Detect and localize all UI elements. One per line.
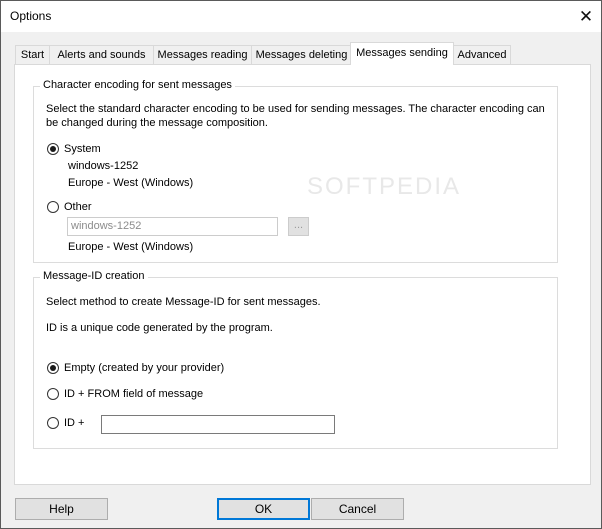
encoding-description-line2: be changed during the message compositio… xyxy=(46,117,268,129)
message-id-group: Message-ID creation Select method to cre… xyxy=(33,270,558,449)
ok-button[interactable]: OK xyxy=(217,498,310,520)
encoding-group-title: Character encoding for sent messages xyxy=(40,79,235,91)
tab-messages-reading[interactable]: Messages reading xyxy=(153,45,252,64)
id-from-radio-label[interactable]: ID + FROM field of message xyxy=(64,388,203,400)
id-plus-radio[interactable] xyxy=(47,417,59,429)
message-id-description-line1: Select method to create Message-ID for s… xyxy=(46,296,321,308)
browse-charset-button[interactable]: ... xyxy=(288,217,309,236)
id-plus-radio-label[interactable]: ID + xyxy=(64,417,84,429)
system-radio-label[interactable]: System xyxy=(64,143,101,155)
tab-messages-sending[interactable]: Messages sending xyxy=(350,42,454,65)
tab-label: Start xyxy=(20,49,45,61)
tab-advanced[interactable]: Advanced xyxy=(453,45,511,64)
title-bar: Options ✕ xyxy=(1,1,601,32)
other-charset-desc: Europe - West (Windows) xyxy=(68,241,194,253)
empty-id-radio-label[interactable]: Empty (created by your provider) xyxy=(64,362,224,374)
other-charset-input[interactable]: windows-1252 xyxy=(67,217,278,236)
tab-messages-deleting[interactable]: Messages deleting xyxy=(251,45,352,64)
message-id-description-line2: ID is a unique code generated by the pro… xyxy=(46,322,273,334)
encoding-group: Character encoding for sent messages Sel… xyxy=(33,79,558,263)
encoding-description-line1: Select the standard character encoding t… xyxy=(46,103,545,115)
tab-label: Messages deleting xyxy=(255,49,348,61)
id-plus-input[interactable] xyxy=(101,415,335,434)
system-radio[interactable] xyxy=(47,143,59,155)
tab-label: Advanced xyxy=(457,49,507,61)
tab-start[interactable]: Start xyxy=(15,45,50,64)
close-icon[interactable]: ✕ xyxy=(571,1,601,32)
id-from-radio[interactable] xyxy=(47,388,59,400)
options-dialog: Options ✕ Start Alerts and sounds Messag… xyxy=(0,0,602,529)
system-charset: windows-1252 xyxy=(68,160,139,172)
window-title: Options xyxy=(10,9,52,23)
cancel-button[interactable]: Cancel xyxy=(311,498,404,520)
other-radio-label[interactable]: Other xyxy=(64,201,92,213)
empty-id-radio[interactable] xyxy=(47,362,59,374)
system-charset-desc: Europe - West (Windows) xyxy=(68,177,194,189)
other-radio[interactable] xyxy=(47,201,59,213)
message-id-group-title: Message-ID creation xyxy=(40,270,148,282)
tab-panel-messages-sending: SOFTPEDIA Character encoding for sent me… xyxy=(14,64,591,485)
tab-label: Messages reading xyxy=(157,49,248,61)
tab-label: Alerts and sounds xyxy=(57,49,146,61)
tab-label: Messages sending xyxy=(356,47,448,59)
help-button[interactable]: Help xyxy=(15,498,108,520)
tab-alerts-and-sounds[interactable]: Alerts and sounds xyxy=(49,45,154,64)
